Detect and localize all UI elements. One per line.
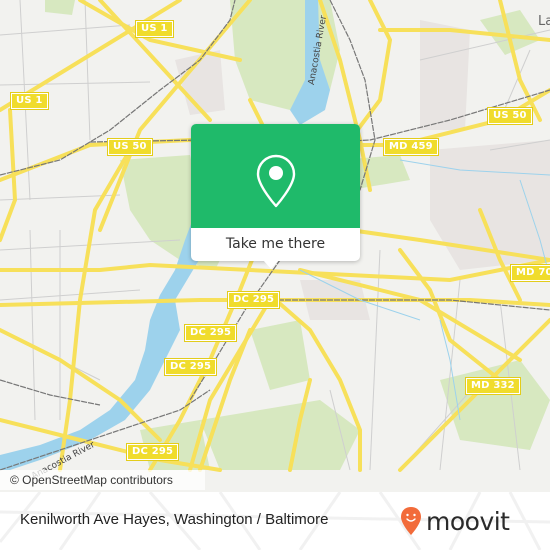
location-popup: Take me there bbox=[191, 124, 360, 269]
moovit-pin-icon bbox=[401, 507, 421, 535]
route-shield-md332: MD 332 bbox=[465, 377, 521, 395]
route-shield-md459: MD 459 bbox=[383, 138, 439, 156]
popup-pointer bbox=[263, 260, 279, 269]
route-shield-dc295: DC 295 bbox=[226, 291, 281, 309]
footer-bar: Kenilworth Ave Hayes, Washington / Balti… bbox=[0, 492, 550, 550]
route-shield-us50: US 50 bbox=[487, 107, 533, 125]
route-shield-us1: US 1 bbox=[135, 20, 174, 38]
map-view[interactable]: US 1 US 1 US 50 US 50 MD 459 MD 704 DC 2… bbox=[0, 0, 550, 492]
route-shield-us50: US 50 bbox=[107, 138, 153, 156]
route-shield-dc295: DC 295 bbox=[163, 358, 218, 376]
route-shield-md704: MD 704 bbox=[510, 264, 550, 282]
location-title: Kenilworth Ave Hayes, Washington / Balti… bbox=[20, 511, 329, 528]
map-pin-icon bbox=[256, 154, 296, 208]
place-label: La bbox=[538, 14, 550, 29]
route-shield-dc295: DC 295 bbox=[183, 324, 238, 342]
route-shield-us1: US 1 bbox=[10, 92, 49, 110]
map-attribution[interactable]: © OpenStreetMap contributors bbox=[0, 470, 205, 490]
route-shield-dc295: DC 295 bbox=[125, 443, 180, 461]
popup-header bbox=[191, 124, 360, 228]
moovit-logo[interactable]: moovit bbox=[400, 504, 510, 538]
take-me-there-button[interactable]: Take me there bbox=[191, 228, 360, 261]
moovit-wordmark: moovit bbox=[426, 506, 510, 536]
